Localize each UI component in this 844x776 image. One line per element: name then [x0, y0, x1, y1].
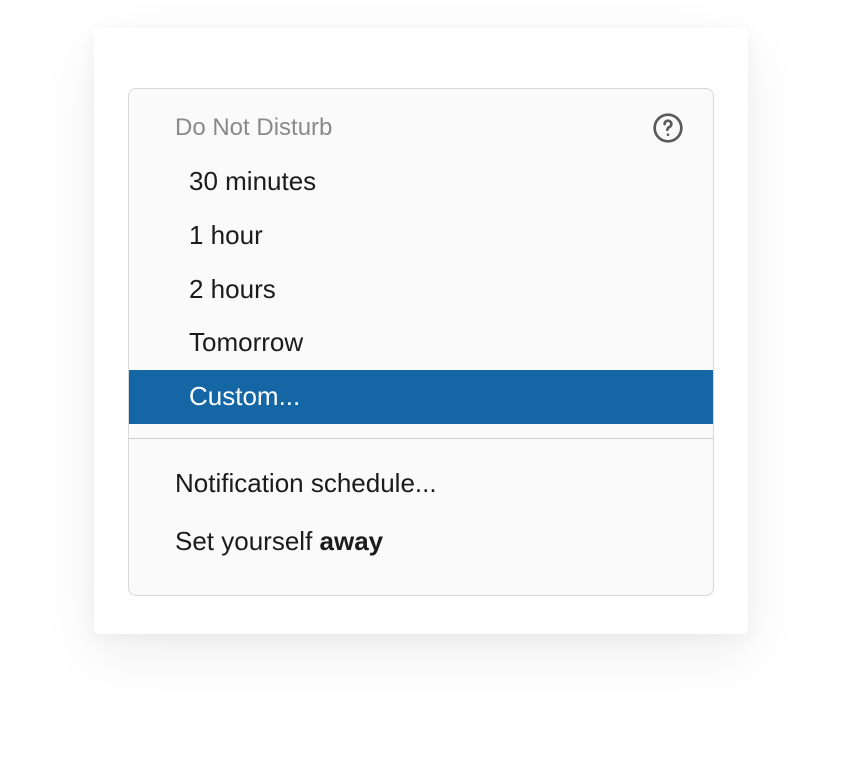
menu-header: Do Not Disturb [129, 89, 713, 149]
dnd-option-30-minutes[interactable]: 30 minutes [129, 155, 713, 209]
dnd-option-custom[interactable]: Custom... [128, 370, 714, 424]
dnd-menu: Do Not Disturb 30 minutes 1 hour 2 hours… [128, 88, 714, 596]
help-circle-icon [652, 112, 684, 144]
set-away-item[interactable]: Set yourself away [129, 513, 713, 571]
dnd-option-2-hours[interactable]: 2 hours [129, 263, 713, 317]
dnd-option-1-hour[interactable]: 1 hour [129, 209, 713, 263]
menu-title: Do Not Disturb [175, 114, 332, 142]
stage: Do Not Disturb 30 minutes 1 hour 2 hours… [0, 0, 844, 776]
set-away-bold: away [320, 526, 384, 556]
secondary-actions: Notification schedule... Set yourself aw… [129, 439, 713, 595]
set-away-prefix: Set yourself [175, 526, 320, 556]
help-button[interactable] [651, 111, 685, 145]
notification-schedule-item[interactable]: Notification schedule... [129, 455, 713, 513]
dnd-option-tomorrow[interactable]: Tomorrow [129, 316, 713, 370]
card-surface: Do Not Disturb 30 minutes 1 hour 2 hours… [94, 28, 748, 634]
dnd-options-list: 30 minutes 1 hour 2 hours Tomorrow Custo… [129, 149, 713, 424]
